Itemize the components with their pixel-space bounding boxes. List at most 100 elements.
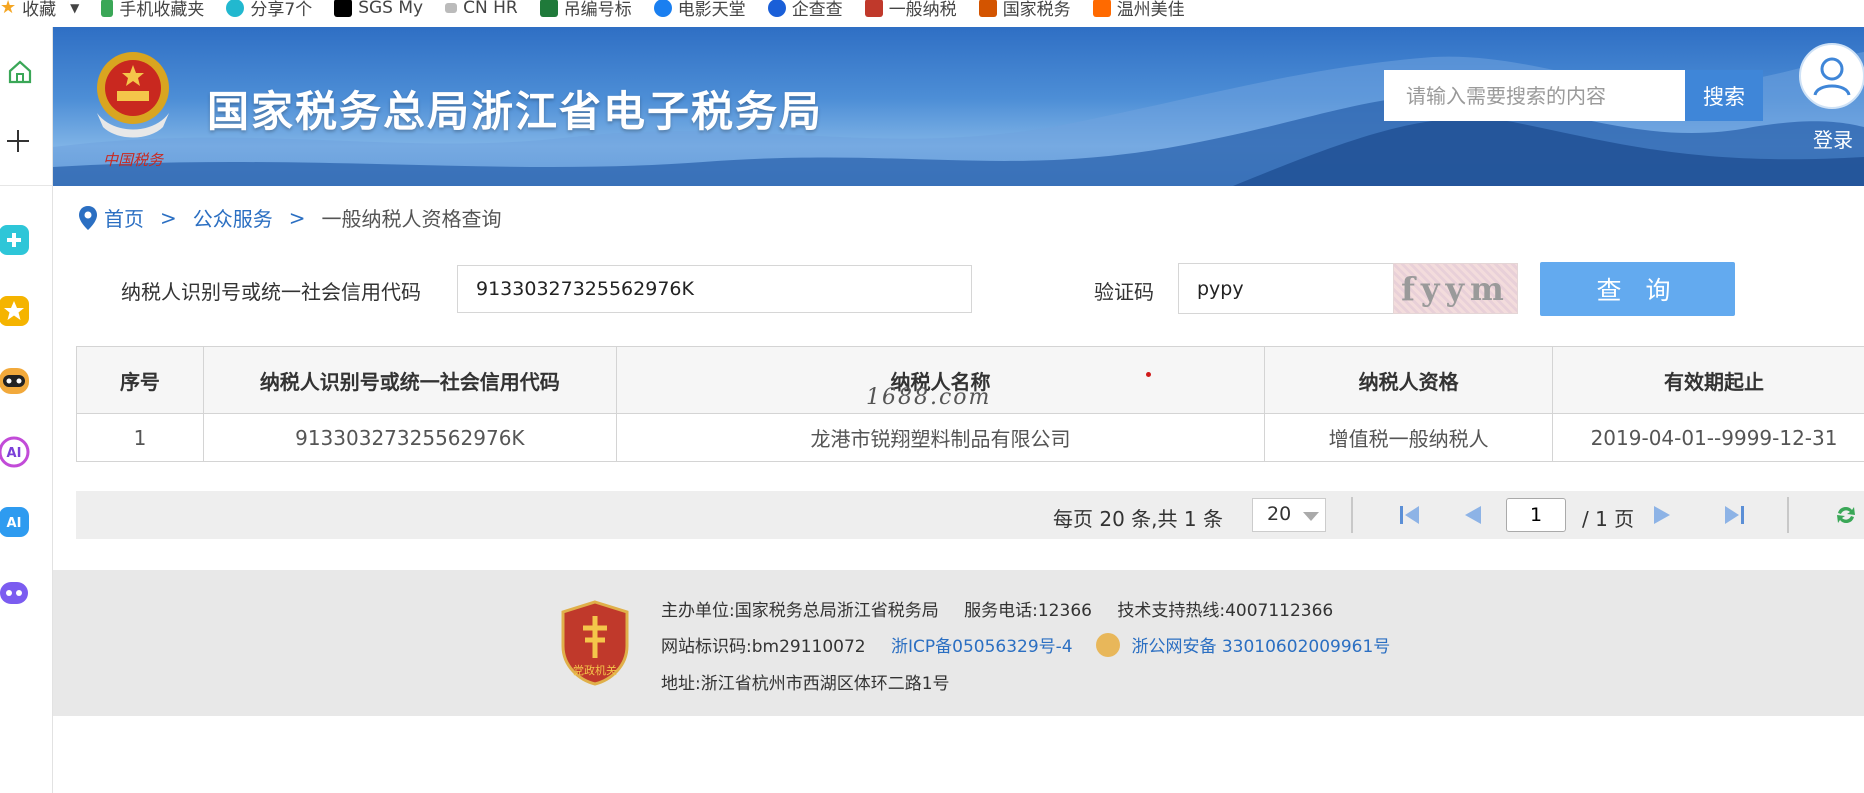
footer-police-record-link[interactable]: 浙公网安备 33010602009961号 bbox=[1131, 637, 1390, 657]
bookmark-item[interactable]: ★ 收藏 ▼ bbox=[0, 0, 79, 20]
browser-sidebar: AI AI bbox=[0, 27, 53, 793]
ai-icon[interactable]: AI bbox=[0, 434, 32, 470]
search-button[interactable]: 搜索 bbox=[1685, 70, 1763, 121]
footer-service-phone: 服务电话:12366 bbox=[964, 601, 1092, 621]
table-cell: 增值税一般纳税人 bbox=[1264, 413, 1554, 462]
bookmark-item[interactable]: 温州美佳 bbox=[1092, 0, 1185, 20]
share-icon bbox=[226, 0, 245, 17]
sidebar-divider bbox=[0, 185, 52, 186]
bookmark-label: 收藏 bbox=[22, 0, 57, 20]
pagination-bar: 每页 20 条,共 1 条 20 / 1 页 bbox=[76, 491, 1864, 539]
bookmark-item[interactable]: 吊编号标 bbox=[539, 0, 632, 20]
last-page-icon[interactable] bbox=[1720, 501, 1748, 529]
page-size-value: 20 bbox=[1267, 503, 1292, 525]
footer-icp-link[interactable]: 浙ICP备05056329号-4 bbox=[891, 637, 1073, 657]
bookmark-label: 分享7个 bbox=[250, 0, 313, 20]
robot-icon[interactable] bbox=[0, 363, 32, 399]
bookmark-label: 吊编号标 bbox=[563, 0, 632, 20]
table-cell: 1 bbox=[76, 413, 204, 462]
ai-assistant-icon[interactable]: AI bbox=[0, 504, 32, 540]
column-header: 纳税人资格 bbox=[1264, 346, 1554, 414]
bookmark-label: 国家税务 bbox=[1002, 0, 1071, 20]
captcha-input[interactable] bbox=[1178, 263, 1394, 314]
qichacha-icon bbox=[767, 0, 786, 17]
tax-emblem-icon bbox=[978, 0, 997, 17]
footer-line-2: 网站标识码:bm29110072 浙ICP备05056329号-4 浙公网安备 … bbox=[661, 632, 1390, 659]
add-icon[interactable] bbox=[0, 123, 36, 159]
query-button[interactable]: 查 询 bbox=[1540, 262, 1735, 316]
column-header: 纳税人识别号或统一社会信用代码 bbox=[202, 346, 617, 414]
bookmark-label: 手机收藏夹 bbox=[119, 0, 205, 20]
footer-site-id: 网站标识码:bm29110072 bbox=[661, 637, 866, 657]
sgs-small-icon bbox=[445, 2, 458, 13]
captcha-image[interactable]: fyym bbox=[1393, 263, 1518, 314]
tax-emblem-icon bbox=[864, 0, 883, 17]
bookmark-item[interactable]: SGS My bbox=[334, 0, 423, 18]
bookmark-item[interactable]: CN HR bbox=[445, 0, 518, 18]
page-number-input[interactable] bbox=[1506, 498, 1566, 532]
captcha-label: 验证码 bbox=[1094, 280, 1154, 304]
sgs-icon bbox=[334, 0, 353, 17]
breadcrumb-separator: > bbox=[288, 205, 306, 230]
chat-bot-icon[interactable] bbox=[0, 575, 32, 611]
bookmark-item[interactable]: 手机收藏夹 bbox=[101, 0, 204, 20]
bookmark-item[interactable]: 企查查 bbox=[767, 0, 843, 20]
excel-icon bbox=[539, 0, 558, 17]
chevron-down-icon: ▼ bbox=[70, 0, 80, 15]
bookmarks-bar: ★ 收藏 ▼ 手机收藏夹 分享7个 SGS My CN HR 吊编号标 电影天堂… bbox=[0, 0, 1864, 27]
user-avatar-icon[interactable] bbox=[1799, 43, 1864, 109]
total-pages: / 1 页 bbox=[1582, 507, 1635, 531]
site-header: 中国税务 国家税务总局浙江省电子税务局 搜索 登录 bbox=[53, 27, 1864, 186]
sidebar-app-icon[interactable] bbox=[0, 222, 32, 258]
prev-page-icon[interactable] bbox=[1458, 501, 1486, 529]
footer-host: 主办单位:国家税务总局浙江省税务局 bbox=[661, 601, 939, 621]
page-size-select[interactable]: 20 bbox=[1252, 498, 1326, 532]
badge-text: 党政机关 bbox=[573, 663, 617, 677]
bookmark-label: CN HR bbox=[463, 0, 518, 18]
breadcrumb-home[interactable]: 首页 bbox=[104, 203, 144, 232]
pager-divider bbox=[1787, 497, 1789, 533]
footer-address: 地址:浙江省杭州市西湖区体环二路1号 bbox=[661, 674, 950, 694]
pagination-summary: 每页 20 条,共 1 条 bbox=[1053, 507, 1223, 531]
location-pin-icon bbox=[79, 205, 97, 230]
column-header: 有效期起止 bbox=[1552, 346, 1864, 414]
svg-text:AI: AI bbox=[7, 446, 22, 461]
taxpayer-id-label: 纳税人识别号或统一社会信用代码 bbox=[121, 280, 421, 304]
table-cell: 龙港市锐翔塑料制品有限公司 bbox=[615, 413, 1266, 462]
bookmark-item[interactable]: 一般纳税 bbox=[864, 0, 957, 20]
bookmark-item[interactable]: 电影天堂 bbox=[653, 0, 746, 20]
movie-icon bbox=[653, 0, 672, 17]
search-input[interactable] bbox=[1384, 70, 1685, 121]
bookmark-item[interactable]: 分享7个 bbox=[226, 0, 312, 20]
site-footer: 党政机关 主办单位:国家税务总局浙江省税务局 服务电话:12366 技术支持热线… bbox=[53, 570, 1864, 716]
home-icon[interactable] bbox=[2, 54, 38, 90]
star-icon: ★ bbox=[0, 0, 17, 18]
next-page-icon[interactable] bbox=[1649, 501, 1677, 529]
breadcrumb-current: 一般纳税人资格查询 bbox=[321, 207, 502, 231]
bookmark-label: 温州美佳 bbox=[1116, 0, 1185, 20]
emblem-text: 中国税务 bbox=[103, 151, 165, 169]
chevron-down-icon bbox=[1303, 512, 1319, 521]
watermark: 1688.com bbox=[866, 385, 992, 410]
tax-emblem-logo: 中国税务 bbox=[97, 52, 169, 169]
table-cell: 91330327325562976K bbox=[202, 413, 617, 462]
bookmark-label: 一般纳税 bbox=[888, 0, 957, 20]
refresh-icon[interactable] bbox=[1832, 501, 1860, 529]
first-page-icon[interactable] bbox=[1396, 501, 1424, 529]
shop-icon bbox=[1092, 0, 1111, 17]
table-row: 1 91330327325562976K 龙港市锐翔塑料制品有限公司 增值税一般… bbox=[76, 413, 1864, 462]
column-header: 序号 bbox=[76, 346, 204, 414]
bookmark-item[interactable]: 国家税务 bbox=[978, 0, 1071, 20]
footer-line-1: 主办单位:国家税务总局浙江省税务局 服务电话:12366 技术支持热线:4007… bbox=[661, 596, 1333, 621]
government-badge-icon[interactable]: 党政机关 bbox=[559, 600, 631, 686]
bookmark-label: SGS My bbox=[358, 0, 424, 18]
phone-icon bbox=[101, 0, 114, 17]
breadcrumb-public-service[interactable]: 公众服务 bbox=[193, 203, 273, 232]
taxpayer-id-input[interactable] bbox=[457, 265, 972, 313]
table-cell: 2019-04-01--9999-12-31 bbox=[1552, 413, 1864, 462]
favorites-star-icon[interactable] bbox=[0, 293, 32, 329]
bookmark-label: 电影天堂 bbox=[677, 0, 746, 20]
site-title: 国家税务总局浙江省电子税务局 bbox=[207, 87, 824, 136]
login-link[interactable]: 登录 bbox=[1813, 124, 1853, 153]
footer-support-hotline: 技术支持热线:4007112366 bbox=[1117, 601, 1334, 621]
